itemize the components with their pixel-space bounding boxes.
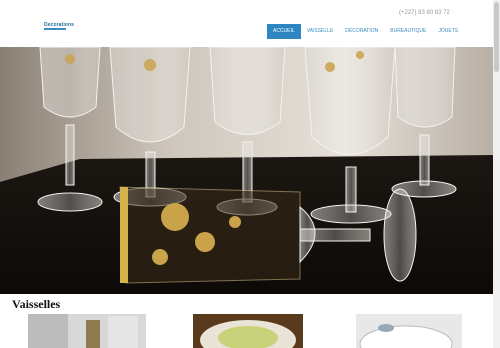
product-image-3 — [356, 314, 462, 348]
hero-banner-image — [0, 47, 493, 294]
nav-item-vaisselle[interactable]: VAISSELLE — [301, 24, 340, 39]
phone-number[interactable]: (+227) 93 80 83 72 — [399, 10, 450, 16]
scrollbar-thumb[interactable] — [494, 2, 499, 72]
main-nav: ACCUEIL VAISSELLE DÉCORATION BUREAUTIQUE… — [267, 24, 464, 39]
crystal-glasses-illustration — [0, 47, 493, 294]
page-scrollbar[interactable] — [493, 0, 500, 348]
product-thumbnail-1[interactable] — [28, 314, 146, 348]
nav-item-accueil[interactable]: ACCUEIL — [267, 24, 301, 39]
site-header: Decorations (+227) 93 80 83 72 ACCUEIL V… — [0, 0, 500, 47]
product-image-2 — [193, 314, 303, 348]
product-thumbnail-2[interactable] — [193, 314, 303, 348]
product-image-1 — [28, 314, 146, 348]
logo-underline — [44, 28, 66, 30]
nav-item-decoration[interactable]: DÉCORATION — [339, 24, 384, 39]
section-title: Vaisselles — [12, 297, 61, 311]
product-thumbnail-3[interactable] — [356, 314, 462, 348]
nav-item-bureautique[interactable]: BUREAUTIQUE — [384, 24, 432, 39]
nav-item-jouets[interactable]: JOUETS — [432, 24, 464, 39]
